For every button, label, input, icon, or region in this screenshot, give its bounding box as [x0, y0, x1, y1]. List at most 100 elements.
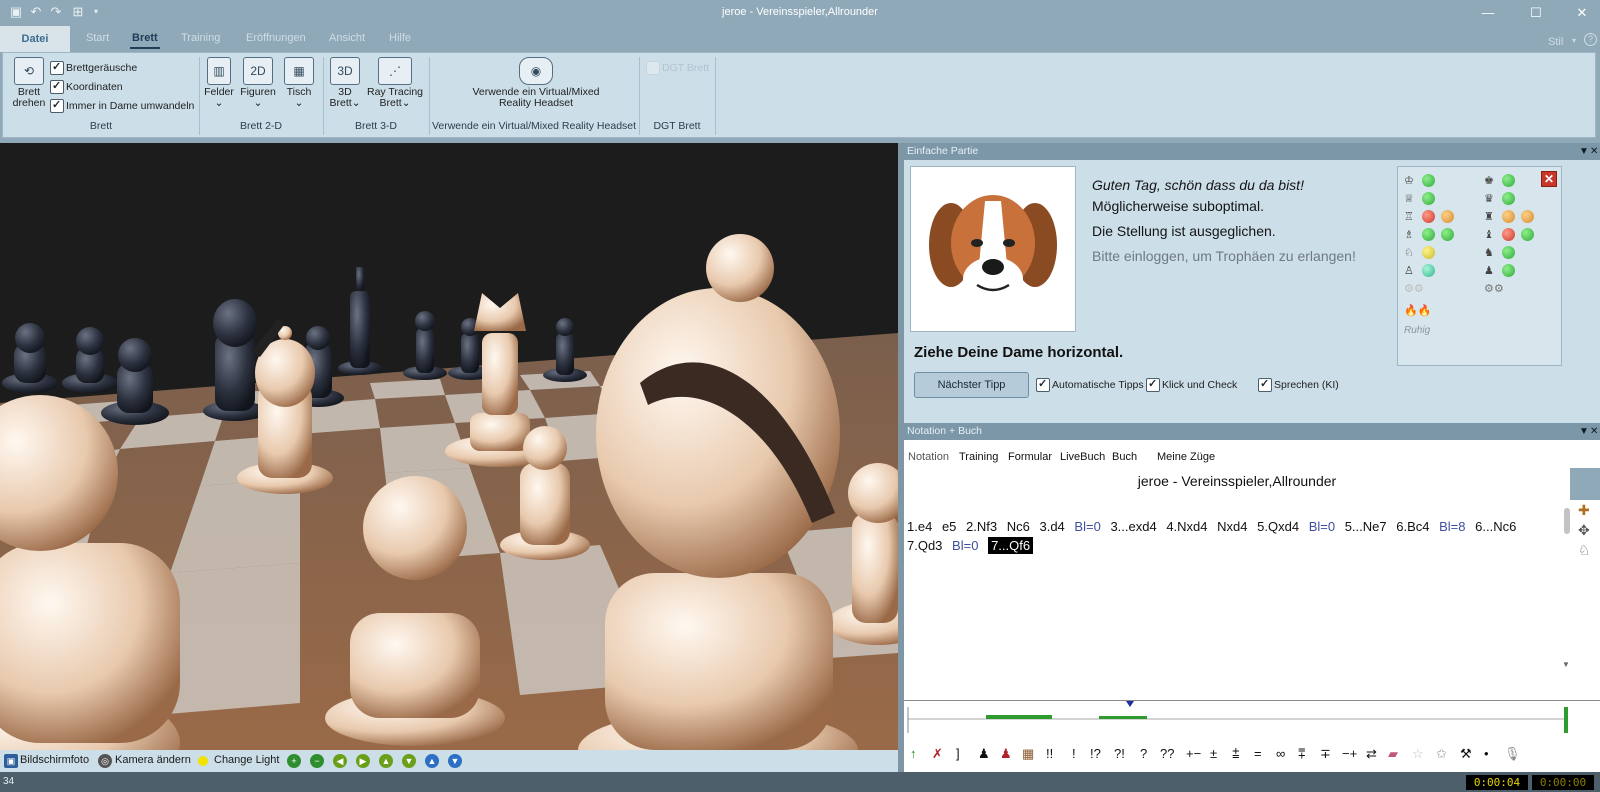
- minimize-icon[interactable]: —: [1478, 3, 1498, 23]
- move-up-icon[interactable]: ▲: [425, 754, 439, 768]
- zoom-in-icon[interactable]: +: [287, 754, 301, 768]
- tab-meine-zuege[interactable]: Meine Züge: [1157, 451, 1215, 463]
- screenshot-button[interactable]: Bildschirmfoto: [20, 754, 89, 766]
- tab-formular[interactable]: Formular: [1008, 451, 1052, 463]
- move-token[interactable]: 6...Nc6: [1475, 519, 1516, 534]
- table-button[interactable]: ▦ Tisch ⌄: [283, 57, 315, 109]
- move-token[interactable]: 6.Bc4: [1396, 519, 1429, 534]
- tab-start[interactable]: Start: [86, 32, 109, 44]
- login-prompt-text[interactable]: Bitte einloggen, um Trophäen zu erlangen…: [1092, 248, 1356, 264]
- delete-move-icon[interactable]: ✗: [932, 746, 943, 762]
- help-icon[interactable]: ?: [1584, 33, 1597, 46]
- star-add-icon[interactable]: ✩: [1436, 746, 1447, 762]
- annotation-black-better[interactable]: ∓: [1320, 746, 1331, 762]
- annotation-good[interactable]: !: [1072, 746, 1076, 761]
- camera-icon[interactable]: ◎: [98, 754, 112, 768]
- current-move[interactable]: 7...Qf6: [988, 537, 1034, 554]
- tilt-up-icon[interactable]: ▲: [379, 754, 393, 768]
- move-token[interactable]: e5: [942, 519, 956, 534]
- tab-datei[interactable]: Datei: [0, 26, 70, 52]
- tab-livebuch[interactable]: LiveBuch: [1060, 451, 1105, 463]
- move-token[interactable]: Nxd4: [1217, 519, 1247, 534]
- squares-button[interactable]: ▥ Felder ⌄: [204, 57, 234, 109]
- dot-icon[interactable]: •: [1484, 746, 1489, 761]
- annotation-dubious[interactable]: ?!: [1114, 746, 1125, 761]
- auto-tips-checkbox[interactable]: Automatische Tipps: [1036, 377, 1144, 392]
- move-token[interactable]: 5...Ne7: [1345, 519, 1387, 534]
- eval-annotation[interactable]: Bl=0: [952, 538, 978, 553]
- red-piece-icon[interactable]: ♟: [1000, 746, 1012, 762]
- pane-close-icon[interactable]: ✕: [1590, 143, 1598, 160]
- tilt-down-icon[interactable]: ▼: [402, 754, 416, 768]
- annotation-white-better[interactable]: ±: [1210, 746, 1217, 761]
- annotation-white-winning[interactable]: +−: [1186, 746, 1201, 761]
- move-down-icon[interactable]: ▼: [448, 754, 462, 768]
- ray-tracing-board-button[interactable]: ⋰ Ray Tracing Brett⌄: [365, 57, 425, 109]
- zoom-out-icon[interactable]: −: [310, 754, 324, 768]
- rotate-board-button[interactable]: ⟲ Brett drehen: [9, 57, 49, 109]
- annotation-double-excellent[interactable]: !!: [1046, 746, 1053, 761]
- style-menu[interactable]: Stil: [1548, 36, 1563, 48]
- annotation-black-winning[interactable]: −+: [1342, 746, 1357, 761]
- next-tip-button[interactable]: Nächster Tipp: [914, 372, 1029, 398]
- knight-tool-icon[interactable]: ♘: [1578, 542, 1591, 559]
- pane-menu-icon[interactable]: ▼: [1579, 143, 1589, 160]
- enter-move-icon[interactable]: ✚: [1578, 502, 1590, 519]
- board-sounds-checkbox[interactable]: Brettgeräusche: [50, 60, 137, 75]
- annotation-blunder[interactable]: ??: [1160, 746, 1174, 761]
- close-window-icon[interactable]: ✕: [1572, 3, 1592, 23]
- annotation-mistake[interactable]: ?: [1140, 746, 1147, 761]
- pane-close-icon[interactable]: ✕: [1590, 423, 1598, 440]
- change-light-button[interactable]: Change Light: [214, 754, 279, 766]
- trophy-close-icon[interactable]: ✕: [1541, 171, 1557, 187]
- move-token[interactable]: 4.Nxd4: [1166, 519, 1207, 534]
- move-token[interactable]: Nc6: [1007, 519, 1030, 534]
- promote-variation-icon[interactable]: ↑: [910, 746, 917, 761]
- tab-eroeffnungen[interactable]: Eröffnungen: [246, 32, 306, 44]
- rotate-right-icon[interactable]: ▶: [356, 754, 370, 768]
- pane-menu-icon[interactable]: ▼: [1579, 423, 1589, 440]
- move-token[interactable]: 3...exd4: [1110, 519, 1156, 534]
- tab-training[interactable]: Training: [181, 32, 220, 44]
- evaluation-graph[interactable]: [904, 700, 1600, 738]
- board-3d-view[interactable]: [0, 143, 898, 750]
- star-icon[interactable]: ☆: [1412, 746, 1424, 762]
- move-token[interactable]: 2.Nf3: [966, 519, 997, 534]
- maximize-icon[interactable]: ☐: [1526, 3, 1546, 23]
- vr-headset-button[interactable]: ◉ Verwende ein Virtual/Mixed Reality Hea…: [451, 57, 621, 109]
- annotation-black-slightly-better[interactable]: ⩱: [1298, 746, 1306, 762]
- annotation-unclear[interactable]: ∞: [1276, 746, 1285, 761]
- tab-ansicht[interactable]: Ansicht: [329, 32, 365, 44]
- board-diagram-icon[interactable]: ▦: [1022, 746, 1034, 762]
- camera-screenshot-icon[interactable]: ▣: [4, 754, 18, 768]
- change-camera-button[interactable]: Kamera ändern: [115, 754, 191, 766]
- tab-training-notation[interactable]: Training: [959, 451, 998, 463]
- eval-annotation[interactable]: Bl=0: [1309, 519, 1335, 534]
- rotate-left-icon[interactable]: ◀: [333, 754, 347, 768]
- microphone-icon[interactable]: 🎙: [1504, 746, 1521, 762]
- annotation-counterplay[interactable]: ⇄: [1366, 746, 1377, 762]
- click-and-check-checkbox[interactable]: Klick und Check: [1146, 377, 1237, 392]
- move-token[interactable]: 5.Qxd4: [1257, 519, 1299, 534]
- tab-notation[interactable]: Notation: [908, 451, 949, 463]
- tools-icon[interactable]: ⚒: [1460, 746, 1472, 762]
- auto-queen-checkbox[interactable]: Immer in Dame umwandeln: [50, 98, 194, 113]
- tab-buch[interactable]: Buch: [1112, 451, 1137, 463]
- speech-ai-checkbox[interactable]: Sprechen (KI): [1258, 377, 1339, 392]
- chess-piece-icon[interactable]: ♟: [978, 746, 990, 762]
- move-arrows-icon[interactable]: ✥: [1578, 522, 1590, 539]
- pieces-button[interactable]: 2D Figuren ⌄: [239, 57, 277, 109]
- annotation-interesting[interactable]: !?: [1090, 746, 1101, 761]
- style-dropdown-icon[interactable]: ▾: [1572, 36, 1576, 45]
- dgt-board-checkbox[interactable]: DGT Brett: [646, 61, 709, 75]
- bracket-icon[interactable]: ]: [956, 746, 960, 761]
- move-token[interactable]: 7.Qd3: [907, 538, 942, 553]
- eval-annotation[interactable]: Bl=0: [1074, 519, 1100, 534]
- annotation-equal[interactable]: =: [1254, 746, 1262, 761]
- move-token[interactable]: 1.e4: [907, 519, 932, 534]
- board-3d-button[interactable]: 3D 3D Brett⌄: [327, 57, 363, 109]
- tab-hilfe[interactable]: Hilfe: [389, 32, 411, 44]
- coordinates-checkbox[interactable]: Koordinaten: [50, 79, 123, 94]
- tab-brett[interactable]: Brett: [132, 32, 158, 44]
- light-bulb-icon[interactable]: [198, 756, 208, 766]
